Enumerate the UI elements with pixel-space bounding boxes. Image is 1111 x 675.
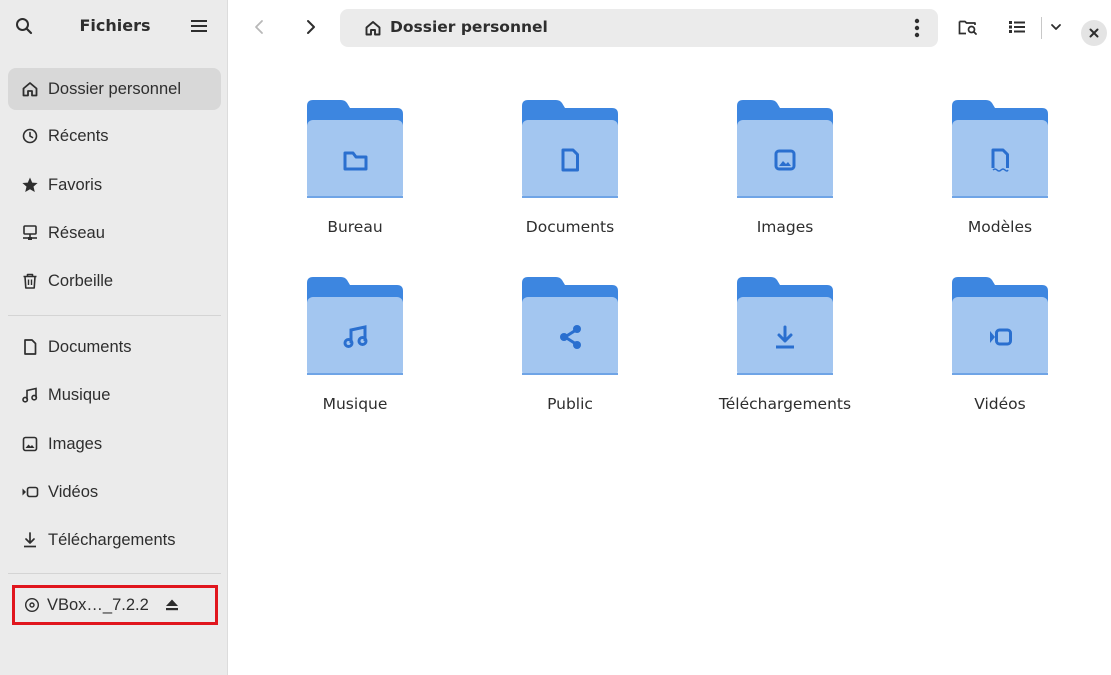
sidebar-item-music[interactable]: Musique [8, 374, 221, 416]
music-icon [20, 385, 40, 405]
folder-item-pictures[interactable]: Images [695, 98, 875, 258]
clock-icon [20, 126, 40, 146]
list-view-button[interactable] [1002, 12, 1032, 42]
trash-icon [20, 271, 40, 291]
sidebar: Fichiers Dossier personnel Récents Favor… [0, 0, 228, 675]
sidebar-header: Fichiers [0, 0, 228, 60]
folder-label: Images [756, 218, 814, 236]
view-separator [1041, 17, 1042, 39]
home-icon [364, 19, 382, 37]
document-icon [20, 337, 40, 357]
home-icon [20, 79, 40, 99]
sidebar-item-label: Téléchargements [48, 530, 176, 549]
list-view-icon [1009, 21, 1025, 33]
folder-publicshare-icon [522, 277, 618, 375]
folder-label: Téléchargements [718, 395, 852, 413]
folder-search-icon [958, 20, 977, 35]
video-icon [20, 482, 40, 502]
sidebar-item-recent[interactable]: Récents [8, 115, 221, 157]
folder-label: Vidéos [974, 395, 1026, 413]
search-icon [16, 18, 33, 35]
location-label: Dossier personnel [390, 18, 548, 36]
main-menu-button[interactable] [184, 12, 214, 40]
sidebar-item-label: Corbeille [48, 271, 114, 290]
sidebar-item-label: Réseau [48, 223, 105, 242]
search-in-folder-button[interactable] [953, 12, 983, 42]
sidebar-item-starred[interactable]: Favoris [8, 164, 221, 206]
sidebar-item-label: Récents [48, 126, 109, 145]
view-options-button[interactable] [1044, 12, 1068, 42]
sidebar-item-home[interactable]: Dossier personnel [8, 68, 221, 110]
folder-download-icon [737, 277, 833, 375]
vertical-ellipsis-icon [914, 18, 920, 38]
back-button[interactable] [244, 12, 274, 42]
folder-videos-icon [952, 277, 1048, 375]
network-icon [20, 223, 40, 243]
folder-music-icon [307, 277, 403, 375]
chevron-down-icon [1051, 24, 1061, 30]
download-icon [20, 530, 40, 550]
folder-item-templates[interactable]: Modèles [910, 98, 1090, 258]
folder-item-videos[interactable]: Vidéos [910, 275, 1090, 435]
folder-item-downloads[interactable]: Téléchargements [695, 275, 875, 435]
sidebar-separator [8, 315, 221, 316]
folder-desktop-icon [307, 100, 403, 198]
folder-label: Modèles [967, 218, 1033, 236]
sidebar-separator [8, 573, 221, 574]
image-icon [20, 434, 40, 454]
star-icon [20, 175, 40, 195]
disc-icon [23, 596, 41, 614]
folder-label: Documents [525, 218, 615, 236]
location-menu-button[interactable] [904, 15, 930, 41]
sidebar-item-label: Musique [48, 385, 111, 404]
close-icon [1089, 28, 1099, 38]
folder-item-documents[interactable]: Documents [480, 98, 660, 258]
sidebar-item-label: Vidéos [48, 482, 99, 501]
sidebar-item-documents[interactable]: Documents [8, 326, 221, 368]
location-bar[interactable]: Dossier personnel [340, 9, 938, 47]
hamburger-icon [191, 20, 207, 32]
folder-label: Musique [322, 395, 388, 413]
app-title: Fichiers [79, 16, 151, 35]
chevron-left-icon [255, 20, 263, 34]
folder-label: Public [547, 395, 593, 413]
sidebar-item-videos[interactable]: Vidéos [8, 471, 221, 513]
device-label: VBox…_7.2.2 [47, 595, 149, 614]
sidebar-item-downloads[interactable]: Téléchargements [8, 519, 221, 561]
sidebar-item-images[interactable]: Images [8, 423, 221, 465]
sidebar-item-network[interactable]: Réseau [8, 212, 221, 254]
folder-templates-icon [952, 100, 1048, 198]
search-button[interactable] [10, 12, 38, 40]
folder-pictures-icon [737, 100, 833, 198]
sidebar-item-vbox-device[interactable]: VBox…_7.2.2 [12, 585, 218, 625]
sidebar-item-label: Favoris [48, 175, 103, 194]
chevron-right-icon [307, 20, 315, 34]
sidebar-item-label: Images [48, 434, 103, 453]
sidebar-item-label: Documents [48, 337, 132, 356]
eject-icon [165, 599, 178, 611]
sidebar-item-trash[interactable]: Corbeille [8, 260, 221, 302]
eject-button[interactable] [163, 596, 181, 614]
folder-item-music[interactable]: Musique [265, 275, 445, 435]
folder-documents-icon [522, 100, 618, 198]
close-window-button[interactable] [1081, 20, 1107, 46]
folder-item-public[interactable]: Public [480, 275, 660, 435]
view-switcher [1002, 12, 1072, 42]
forward-button[interactable] [296, 12, 326, 42]
sidebar-item-label: Dossier personnel [48, 79, 181, 98]
folder-item-desktop[interactable]: Bureau [265, 98, 445, 258]
folder-label: Bureau [327, 218, 383, 236]
